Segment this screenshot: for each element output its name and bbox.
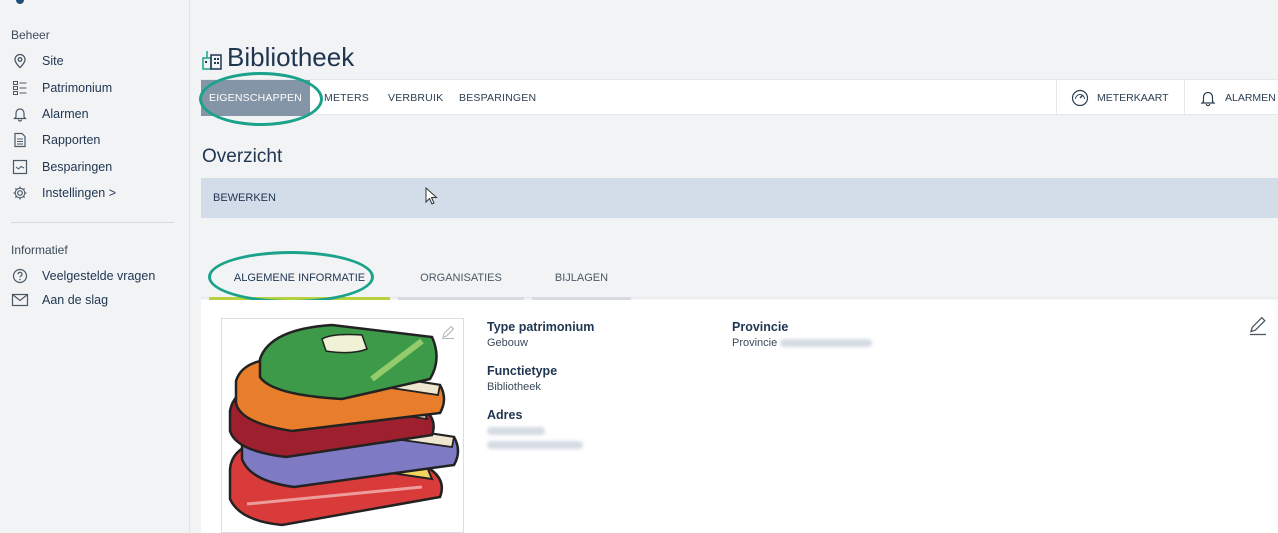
page-title: Bibliotheek [201,42,354,73]
tab-verbruik[interactable]: VERBRUIK [388,80,443,116]
sidebar-item-label: Site [42,54,64,68]
main-content: Bibliotheek EIGENSCHAPPEN METERS VERBRUI… [191,0,1278,533]
section-title-informatief: Informatief [11,243,68,257]
building-image[interactable] [221,318,464,533]
field-value: Provincie [732,336,873,350]
sidebar: Beheer Site Patrimonium Alarmen Rapporte… [0,0,190,533]
sidebar-item-patrimonium[interactable]: Patrimonium [11,77,112,99]
edit-image-icon[interactable] [441,325,455,339]
redacted-text [487,441,583,450]
sidebar-divider [11,222,174,223]
sidebar-item-label: Veelgestelde vragen [42,269,156,283]
building-icon [201,47,223,70]
tab-meters[interactable]: METERS [324,80,369,116]
provincie-value: Provincie [732,337,778,349]
tab-besparingen[interactable]: BESPARINGEN [459,80,536,116]
field-value: Gebouw [487,337,528,349]
page-title-text: Bibliotheek [227,42,355,72]
gear-icon [11,184,29,202]
sidebar-item-alarmen[interactable]: Alarmen [11,103,89,125]
highlight-ring-eigenschappen [199,72,323,126]
tab-label: BIJLAGEN [554,272,609,284]
highlight-ring-algemene-informatie [208,251,374,303]
sidebar-item-label: Patrimonium [42,81,113,95]
mouse-cursor-icon [425,187,438,205]
details-card: Type patrimonium Gebouw Functietype Bibl… [201,300,1278,533]
list-icon [11,79,29,97]
sidebar-item-rapporten[interactable]: Rapporten [11,129,100,151]
sidebar-item-aan-de-slag[interactable]: Aan de slag [11,289,108,311]
alarmen-label: ALARMEN [1225,92,1276,104]
bell-icon [11,105,29,123]
sidebar-item-site[interactable]: Site [11,50,64,72]
alarmen-button[interactable]: ALARMEN [1184,80,1278,116]
field-provincie: Provincie Provincie [732,320,873,350]
sidebar-item-instellingen[interactable]: Instellingen > [11,182,116,204]
question-icon [11,267,29,285]
field-label: Type patrimonium [487,320,595,334]
redacted-text [487,427,545,436]
logo-fragment [16,0,24,4]
meterkaart-label: METERKAART [1097,92,1169,104]
section-title-beheer: Beheer [11,28,50,42]
edit-button[interactable]: BEWERKEN [201,178,1278,218]
app-window: Beheer Site Patrimonium Alarmen Rapporte… [0,0,1278,533]
document-icon [11,131,29,149]
field-functietype: Functietype Bibliotheek [487,364,557,394]
sidebar-item-faq[interactable]: Veelgestelde vragen [11,265,155,287]
tab-label: ORGANISATIES [420,272,502,284]
sidebar-item-label: Besparingen [42,160,113,174]
edit-details-icon[interactable] [1248,316,1268,336]
sidebar-item-label: Instellingen > [42,186,117,200]
location-pin-icon [11,52,29,70]
meterkaart-button[interactable]: METERKAART [1056,80,1184,116]
sidebar-item-label: Aan de slag [42,293,109,307]
tab-bijlagen[interactable]: BIJLAGEN [532,258,631,300]
field-type-patrimonium: Type patrimonium Gebouw [487,320,594,350]
tab-organisaties[interactable]: ORGANISATIES [398,258,524,300]
top-tab-bar: EIGENSCHAPPEN METERS VERBRUIK BESPARINGE… [201,79,1278,116]
bell-icon [1199,89,1217,107]
books-illustration [228,323,460,527]
sidebar-item-besparingen[interactable]: Besparingen [11,156,112,178]
redacted-text [780,339,873,348]
field-label: Adres [487,408,523,422]
sidebar-item-label: Rapporten [42,133,101,147]
field-value: Bibliotheek [487,381,541,393]
mail-icon [11,291,29,309]
sidebar-item-label: Alarmen [42,107,89,121]
field-label: Functietype [487,364,558,378]
field-adres: Adres [487,408,583,452]
field-value-redacted [487,424,583,452]
savings-icon [11,158,29,176]
speedometer-icon [1071,89,1089,107]
field-label: Provincie [732,320,789,334]
overview-title: Overzicht [202,146,283,167]
